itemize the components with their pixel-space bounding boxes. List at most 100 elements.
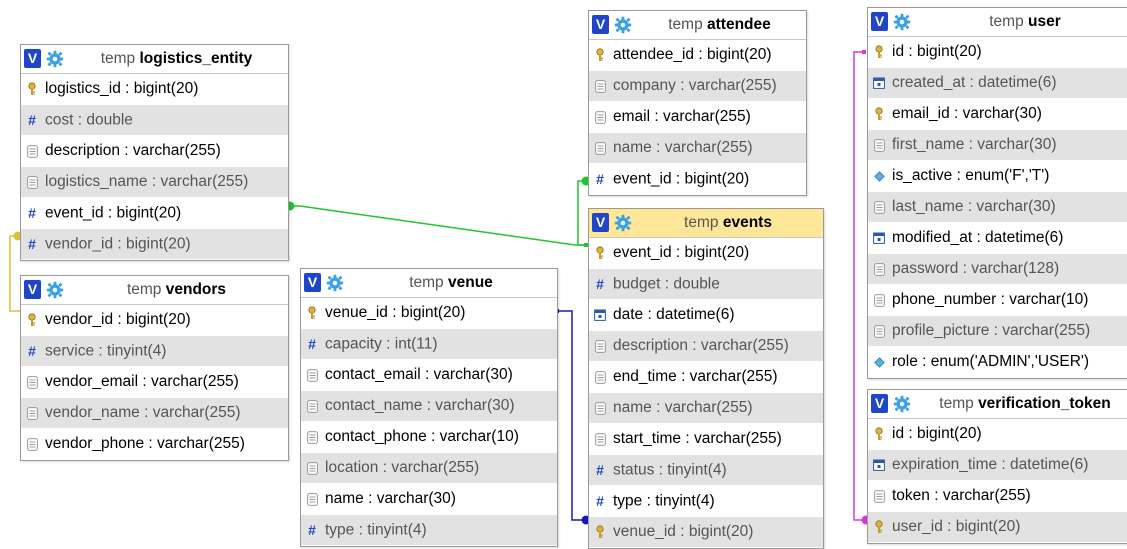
- column-row[interactable]: logistics_name : varchar(255): [21, 167, 288, 198]
- column-row[interactable]: modified_at : datetime(6): [868, 223, 1127, 254]
- view-button[interactable]: V: [592, 15, 609, 34]
- numeric-icon: #: [596, 462, 604, 478]
- table-header[interactable]: Vtemp events: [589, 209, 823, 238]
- column-row[interactable]: attendee_id : bigint(20): [589, 40, 806, 71]
- column-row[interactable]: # service : tinyint(4): [21, 336, 288, 367]
- view-button[interactable]: V: [304, 273, 321, 292]
- column-row[interactable]: # type : tinyint(4): [589, 486, 823, 517]
- column-row[interactable]: profile_picture : varchar(255): [868, 316, 1127, 347]
- column-row[interactable]: id : bigint(20): [868, 419, 1127, 450]
- text-icon: [593, 79, 607, 93]
- column-row[interactable]: name : varchar(30): [301, 484, 557, 515]
- table-events[interactable]: Vtemp events event_id : bigint(20) # budget…: [588, 208, 824, 549]
- column-row[interactable]: name : varchar(255): [589, 393, 823, 424]
- table-user[interactable]: Vtemp user id : bigint(20) created_at : da…: [867, 7, 1127, 379]
- column-row[interactable]: user_id : bigint(20): [868, 512, 1127, 543]
- text-icon: [25, 144, 39, 158]
- view-button[interactable]: V: [24, 280, 41, 299]
- column-row[interactable]: is_active : enum('F','T'): [868, 161, 1127, 192]
- column-row[interactable]: contact_name : varchar(30): [301, 391, 557, 422]
- column-row[interactable]: token : varchar(255): [868, 481, 1127, 512]
- column-row[interactable]: vendor_id : bigint(20): [21, 305, 288, 336]
- column-row[interactable]: email : varchar(255): [589, 102, 806, 133]
- text-icon: [25, 437, 39, 451]
- column-row[interactable]: email_id : varchar(30): [868, 99, 1127, 130]
- gear-icon[interactable]: [893, 395, 911, 413]
- column-row[interactable]: # event_id : bigint(20): [589, 164, 806, 195]
- column-row[interactable]: # capacity : int(11): [301, 329, 557, 360]
- column-row[interactable]: # event_id : bigint(20): [21, 198, 288, 229]
- column-row[interactable]: company : varchar(255): [589, 71, 806, 102]
- gear-icon[interactable]: [614, 16, 632, 34]
- column-row[interactable]: description : varchar(255): [21, 136, 288, 167]
- gear-icon[interactable]: [614, 214, 632, 232]
- table-venue[interactable]: Vtemp venue venue_id : bigint(20) # capacit…: [300, 268, 558, 547]
- view-button[interactable]: V: [24, 49, 41, 68]
- table-prefix: temp: [684, 214, 719, 231]
- column-row[interactable]: expiration_time : datetime(6): [868, 450, 1127, 481]
- column-row[interactable]: phone_number : varchar(10): [868, 285, 1127, 316]
- column-row[interactable]: id : bigint(20): [868, 37, 1127, 68]
- column-row[interactable]: first_name : varchar(30): [868, 130, 1127, 161]
- column-row[interactable]: contact_email : varchar(30): [301, 360, 557, 391]
- table-header[interactable]: Vtemp attendee: [589, 11, 806, 40]
- column-row[interactable]: venue_id : bigint(20): [301, 298, 557, 329]
- column-row[interactable]: # status : tinyint(4): [589, 455, 823, 486]
- column-row[interactable]: password : varchar(128): [868, 254, 1127, 285]
- column-row[interactable]: last_name : varchar(30): [868, 192, 1127, 223]
- key-icon: [305, 306, 319, 320]
- view-button[interactable]: V: [871, 394, 888, 413]
- key-icon: [872, 45, 886, 59]
- gear-icon[interactable]: [46, 281, 64, 299]
- text-icon: [305, 492, 319, 506]
- column-label: modified_at : datetime(6): [892, 229, 1064, 246]
- text-icon: [593, 370, 607, 384]
- gear-icon[interactable]: [326, 274, 344, 292]
- column-row[interactable]: location : varchar(255): [301, 453, 557, 484]
- relation-line-logistics-events: [288, 205, 588, 246]
- table-vendors[interactable]: Vtemp vendors vendor_id : bigint(20) # serv…: [20, 275, 289, 461]
- column-row[interactable]: vendor_phone : varchar(255): [21, 429, 288, 460]
- column-row[interactable]: # vendor_id : bigint(20): [21, 229, 288, 260]
- gear-icon[interactable]: [893, 13, 911, 31]
- column-row[interactable]: end_time : varchar(255): [589, 362, 823, 393]
- table-title: temp user: [912, 8, 1127, 36]
- column-row[interactable]: vendor_email : varchar(255): [21, 367, 288, 398]
- text-icon: [25, 406, 39, 420]
- text-icon: [305, 368, 319, 382]
- table-logistics-entity[interactable]: Vtemp logistics_entity logistics_id : big…: [20, 44, 289, 261]
- table-header[interactable]: Vtemp vendors: [21, 276, 288, 305]
- column-row[interactable]: logistics_id : bigint(20): [21, 74, 288, 105]
- column-row[interactable]: vendor_name : varchar(255): [21, 398, 288, 429]
- view-button[interactable]: V: [871, 12, 888, 31]
- table-header[interactable]: Vtemp user: [868, 8, 1127, 37]
- column-row[interactable]: date : datetime(6): [589, 300, 823, 331]
- column-row[interactable]: # budget : double: [589, 269, 823, 300]
- column-row[interactable]: venue_id : bigint(20): [589, 517, 823, 548]
- column-row[interactable]: name : varchar(255): [589, 133, 806, 164]
- column-row[interactable]: start_time : varchar(255): [589, 424, 823, 455]
- key-icon: [25, 82, 39, 96]
- text-icon: [305, 461, 319, 475]
- column-label: expiration_time : datetime(6): [892, 456, 1089, 473]
- view-button[interactable]: V: [592, 213, 609, 232]
- table-header[interactable]: Vtemp venue: [301, 269, 557, 298]
- column-row[interactable]: # type : tinyint(4): [301, 515, 557, 546]
- column-label: date : datetime(6): [613, 306, 735, 323]
- table-header[interactable]: Vtemp logistics_entity: [21, 45, 288, 74]
- column-row[interactable]: # cost : double: [21, 105, 288, 136]
- table-header[interactable]: Vtemp verification_token: [868, 390, 1127, 419]
- gear-icon[interactable]: [46, 50, 64, 68]
- table-attendee[interactable]: Vtemp attendee attendee_id : bigint(20) co…: [588, 10, 807, 196]
- enum-icon: [872, 170, 886, 182]
- column-row[interactable]: created_at : datetime(6): [868, 68, 1127, 99]
- column-row[interactable]: contact_phone : varchar(10): [301, 422, 557, 453]
- column-row[interactable]: description : varchar(255): [589, 331, 823, 362]
- key-icon: [872, 520, 886, 534]
- column-label: vendor_name : varchar(255): [45, 404, 241, 421]
- column-label: description : varchar(255): [45, 142, 221, 159]
- table-verification-token[interactable]: Vtemp verification_token id : bigint(20) e…: [867, 389, 1127, 544]
- column-row[interactable]: event_id : bigint(20): [589, 238, 823, 269]
- relation-line-attendee-events: [577, 180, 588, 246]
- column-row[interactable]: role : enum('ADMIN','USER'): [868, 347, 1127, 378]
